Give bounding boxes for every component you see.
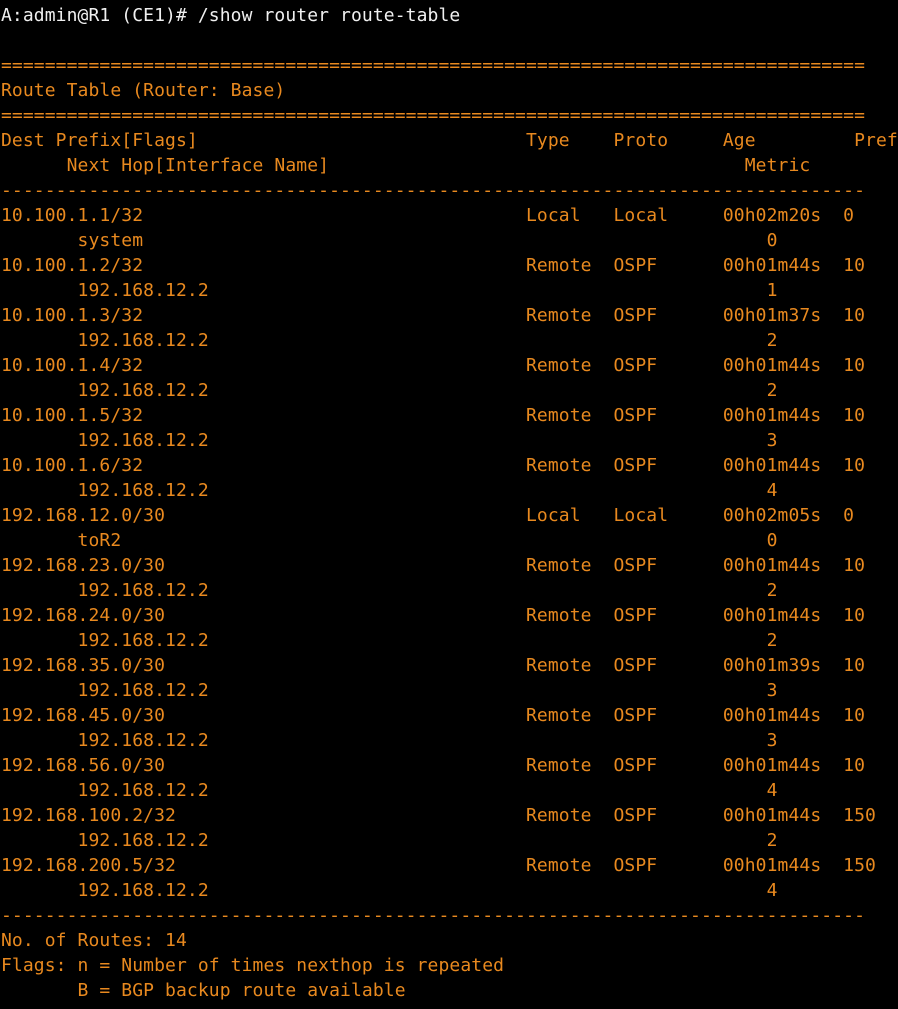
header-rule-top: ========================================… <box>1 55 866 76</box>
route-line: 192.168.12.0/30 Local Local 00h02m05s 0 <box>1 505 855 526</box>
column-header-line1: Dest Prefix[Flags] Type Proto Age Pref <box>1 130 898 151</box>
route-nexthop-line: 192.168.12.2 2 <box>1 630 778 651</box>
route-nexthop-line: 192.168.12.2 4 <box>1 480 778 501</box>
route-count: No. of Routes: 14 <box>1 930 187 951</box>
route-nexthop-line: 192.168.12.2 3 <box>1 680 778 701</box>
route-line: 192.168.24.0/30 Remote OSPF 00h01m44s 10 <box>1 605 866 626</box>
route-line: 192.168.23.0/30 Remote OSPF 00h01m44s 10 <box>1 555 866 576</box>
table-title: Route Table (Router: Base) <box>1 80 286 101</box>
route-nexthop-line: 192.168.12.2 3 <box>1 430 778 451</box>
route-line: 10.100.1.4/32 Remote OSPF 00h01m44s 10 <box>1 355 866 376</box>
route-nexthop-line: system 0 <box>1 230 778 251</box>
route-nexthop-line: 192.168.12.2 2 <box>1 330 778 351</box>
header-rule-separator: ----------------------------------------… <box>1 180 866 201</box>
route-nexthop-line: 192.168.12.2 2 <box>1 830 778 851</box>
route-line: 192.168.200.5/32 Remote OSPF 00h01m44s 1… <box>1 855 876 876</box>
footer-rule: ----------------------------------------… <box>1 905 866 926</box>
route-nexthop-line: 192.168.12.2 4 <box>1 880 778 901</box>
route-line: 192.168.35.0/30 Remote OSPF 00h01m39s 10 <box>1 655 866 676</box>
route-line: 192.168.56.0/30 Remote OSPF 00h01m44s 10 <box>1 755 866 776</box>
route-line: 192.168.100.2/32 Remote OSPF 00h01m44s 1… <box>1 805 876 826</box>
route-line: 10.100.1.5/32 Remote OSPF 00h01m44s 10 <box>1 405 866 426</box>
route-nexthop-line: 192.168.12.2 1 <box>1 280 778 301</box>
column-header-line2: Next Hop[Interface Name] Metric <box>1 155 811 176</box>
route-line: 192.168.45.0/30 Remote OSPF 00h01m44s 10 <box>1 705 866 726</box>
route-nexthop-line: 192.168.12.2 2 <box>1 380 778 401</box>
route-line: 10.100.1.1/32 Local Local 00h02m20s 0 <box>1 205 855 226</box>
route-nexthop-line: 192.168.12.2 2 <box>1 580 778 601</box>
route-line: 10.100.1.6/32 Remote OSPF 00h01m44s 10 <box>1 455 866 476</box>
flags-legend-line2: B = BGP backup route available <box>1 980 406 1001</box>
terminal-window[interactable]: A:admin@R1 (CE1)# /show router route-tab… <box>0 0 898 1009</box>
command-prompt: A:admin@R1 (CE1)# /show router route-tab… <box>1 5 461 26</box>
route-nexthop-line: 192.168.12.2 3 <box>1 730 778 751</box>
flags-legend-line1: Flags: n = Number of times nexthop is re… <box>1 955 505 976</box>
route-line: 10.100.1.2/32 Remote OSPF 00h01m44s 10 <box>1 255 866 276</box>
route-nexthop-line: toR2 0 <box>1 530 778 551</box>
route-line: 10.100.1.3/32 Remote OSPF 00h01m37s 10 <box>1 305 866 326</box>
route-nexthop-line: 192.168.12.2 4 <box>1 780 778 801</box>
header-rule-bottom: ========================================… <box>1 105 866 126</box>
